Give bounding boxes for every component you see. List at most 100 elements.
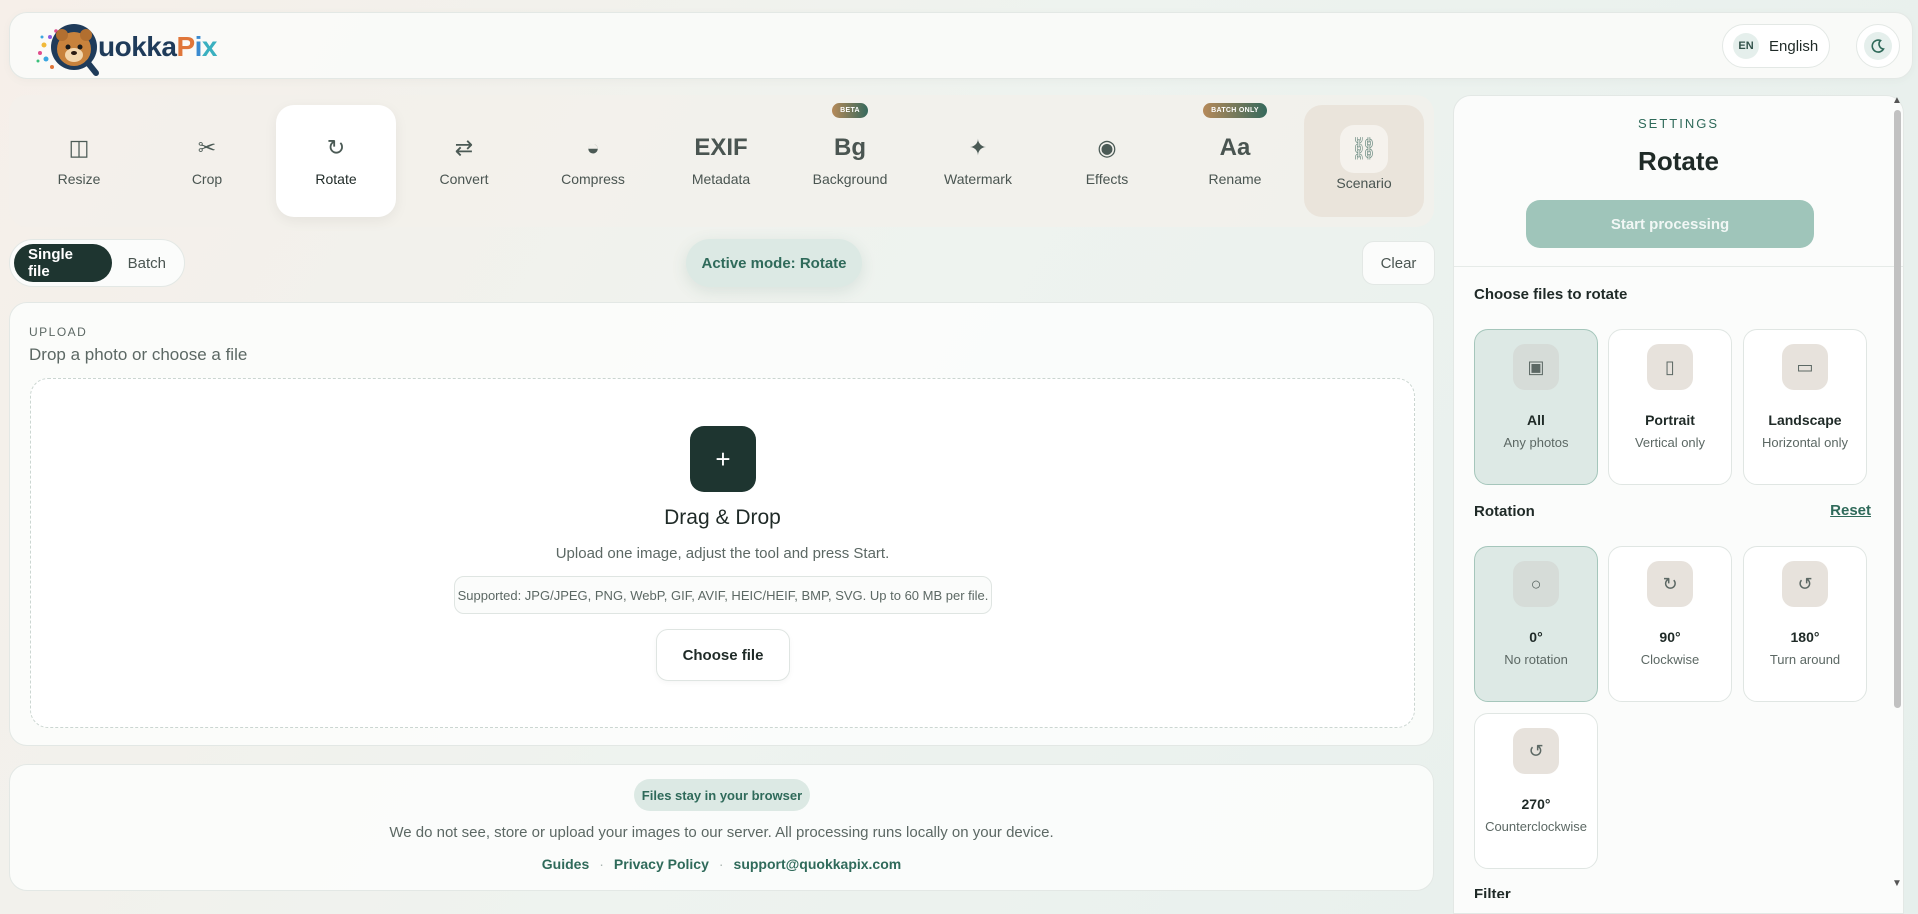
sparkle-icon: ✦ [968,135,988,160]
tool-rotate[interactable]: ↻ Rotate [276,105,396,217]
rotation-option-180[interactable]: ↺ 180° Turn around [1743,546,1867,702]
option-title: 0° [1529,629,1543,645]
tool-crop[interactable]: ✂ Crop [147,105,267,217]
tool-label: Compress [561,171,625,187]
tool-compress[interactable]: ◒ Compress [533,105,653,217]
tool-rename[interactable]: BATCH ONLY Aa Rename [1175,103,1295,217]
language-code: EN [1733,33,1759,59]
option-subtitle: Any photos [1503,435,1569,450]
upload-card: UPLOAD Drop a photo or choose a file + D… [9,302,1434,746]
language-selector[interactable]: EN English [1722,24,1830,68]
file-option-all[interactable]: ▣ All Any photos [1474,329,1598,485]
files-section-label: Choose files to rotate [1474,286,1628,303]
reset-link[interactable]: Reset [1830,502,1871,519]
scrollbar-thumb[interactable] [1894,110,1901,708]
dropzone[interactable]: + Drag & Drop Upload one image, adjust t… [30,378,1415,728]
upload-title: Drop a photo or choose a file [29,345,248,364]
rotation-option-270[interactable]: ↺ 270° Counterclockwise [1474,713,1598,869]
option-subtitle: No rotation [1504,652,1568,667]
batch-button[interactable]: Batch [114,244,180,282]
language-name: English [1769,37,1819,55]
link-icon: ⛓ [1340,125,1388,173]
upload-eyebrow: UPLOAD [29,325,88,339]
theme-toggle-button[interactable] [1856,24,1900,68]
option-subtitle: Vertical only [1634,435,1706,450]
active-mode-badge: Active mode: Rotate [686,239,862,287]
no-rotation-icon: ○ [1513,561,1559,607]
clear-button[interactable]: Clear [1362,241,1435,285]
privacy-policy-link[interactable]: Privacy Policy [614,856,709,872]
drag-drop-subtitle: Upload one image, adjust the tool and pr… [555,545,890,562]
rotate-clockwise-icon: ↻ [1647,561,1693,607]
all-photos-icon: ▣ [1513,344,1559,390]
option-title: 270° [1521,796,1551,812]
scissors-icon: ✂ [197,135,217,160]
choose-file-button[interactable]: Choose file [656,629,790,681]
bg-icon: Bg [834,134,866,161]
landscape-icon: ▭ [1782,344,1828,390]
tool-label: Background [812,171,888,187]
tool-metadata[interactable]: EXIF Metadata [661,105,781,217]
rotation-option-90[interactable]: ↻ 90° Clockwise [1608,546,1732,702]
turn-around-icon: ↺ [1782,561,1828,607]
single-file-button[interactable]: Single file [14,244,112,282]
link-separator: · [599,856,604,872]
plus-icon[interactable]: + [690,426,756,492]
tool-background[interactable]: BETA Bg Background [790,103,910,217]
exif-icon: EXIF [694,134,748,161]
tool-effects[interactable]: ◉ Effects [1047,105,1167,217]
tool-label: Rotate [315,171,357,187]
tool-resize[interactable]: ◫ Resize [19,105,139,217]
option-title: Portrait [1645,412,1695,428]
option-title: Landscape [1768,412,1842,428]
rotation-section-label: Rotation [1474,503,1535,520]
scroll-up-icon[interactable]: ▲ [1892,95,1902,106]
rotation-option-0[interactable]: ○ 0° No rotation [1474,546,1598,702]
swap-icon: ⇄ [454,135,474,160]
privacy-badge: Files stay in your browser [634,779,810,811]
privacy-text: We do not see, store or upload your imag… [389,824,1054,841]
text-icon: Aa [1219,134,1251,161]
target-icon: ◉ [1097,135,1117,160]
scroll-down-icon[interactable]: ▼ [1892,878,1902,889]
guides-link[interactable]: Guides [542,856,589,872]
divider [1454,266,1903,267]
option-subtitle: Horizontal only [1762,435,1848,450]
tool-label: Resize [57,171,101,187]
tool-bar: ◫ Resize ✂ Crop ↻ Rotate ⇄ Convert ◒ Com… [9,95,1434,227]
tool-label: Effects [1085,171,1129,187]
resize-icon: ◫ [68,135,90,160]
file-option-landscape[interactable]: ▭ Landscape Horizontal only [1743,329,1867,485]
option-title: All [1527,412,1545,428]
start-processing-button[interactable]: Start processing [1526,200,1814,248]
next-section-label: Filter [1474,886,1511,898]
tool-label: Convert [439,171,489,187]
footer-links: Guides · Privacy Policy · support@quokka… [10,856,1433,872]
app-header: uokkaPix EN English [9,12,1913,79]
tool-watermark[interactable]: ✦ Watermark [918,105,1038,217]
settings-title: Rotate [1638,146,1719,176]
settings-eyebrow: SETTINGS [1637,116,1719,131]
tool-scenario[interactable]: ⛓ Scenario [1304,105,1424,217]
portrait-icon: ▯ [1647,344,1693,390]
privacy-card: Files stay in your browser We do not see… [9,764,1434,891]
logo-wordmark: uokkaPix [98,31,217,62]
drag-drop-title: Drag & Drop [664,506,781,529]
option-subtitle: Turn around [1769,652,1841,667]
rotate-counterclockwise-icon: ↺ [1513,728,1559,774]
batch-only-badge: BATCH ONLY [1203,103,1267,118]
support-email-link[interactable]: support@quokkapix.com [734,856,902,872]
quokkapix-logo[interactable]: uokkaPix [32,15,232,79]
supported-formats: Supported: JPG/JPEG, PNG, WebP, GIF, AVI… [454,576,992,614]
file-option-portrait[interactable]: ▯ Portrait Vertical only [1608,329,1732,485]
beta-badge: BETA [832,103,868,118]
option-subtitle: Clockwise [1640,652,1700,667]
half-circle-icon: ◒ [586,135,600,160]
tool-label: Crop [191,171,223,187]
tool-label: Scenario [1336,175,1392,191]
option-title: 180° [1790,629,1820,645]
option-title: 90° [1659,629,1681,645]
tool-convert[interactable]: ⇄ Convert [404,105,524,217]
tool-label: Watermark [944,171,1012,187]
moon-icon [1864,32,1892,60]
